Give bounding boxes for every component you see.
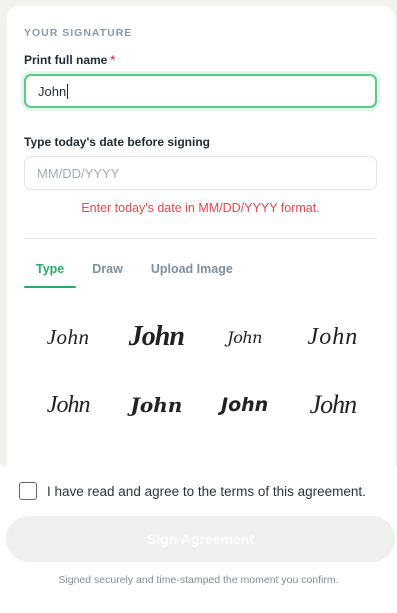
signature-option-2[interactable]: John: [112, 318, 200, 356]
signature-style-grid: John John John John John John John John: [24, 318, 377, 424]
text-caret: [67, 83, 69, 99]
date-error-message: Enter today's date in MM/DD/YYYY format.: [81, 201, 320, 215]
tab-draw[interactable]: Draw: [80, 258, 135, 288]
name-label-text: Print full name: [24, 53, 108, 67]
tab-upload-image[interactable]: Upload Image: [139, 258, 245, 288]
sign-agreement-button[interactable]: Sign Agreement: [6, 516, 395, 562]
signature-option-3[interactable]: John: [201, 318, 289, 356]
date-placeholder: MM/DD/YYYY: [37, 165, 120, 181]
required-mark: *: [110, 53, 116, 67]
date-label: Type today's date before signing: [24, 135, 210, 149]
agreement-text: I have read and agree to the terms of th…: [47, 483, 366, 499]
tab-type[interactable]: Type: [24, 258, 77, 288]
date-input[interactable]: MM/DD/YYYY: [24, 156, 377, 190]
signature-option-6[interactable]: John: [112, 386, 200, 424]
signature-option-5[interactable]: John: [24, 386, 112, 424]
signature-option-8[interactable]: John: [289, 386, 377, 424]
signature-option-1[interactable]: John: [24, 318, 112, 356]
full-name-input[interactable]: John: [24, 74, 377, 108]
footer-note: Signed securely and time-stamped the mom…: [58, 574, 339, 586]
name-label: Print full name *: [24, 53, 115, 67]
footer-panel: I have read and agree to the terms of th…: [0, 466, 397, 613]
full-name-value: John: [38, 83, 67, 99]
agreement-row: I have read and agree to the terms of th…: [19, 482, 366, 500]
section-title: YOUR SIGNATURE: [24, 27, 133, 39]
signature-tabs: Type Draw Upload Image: [24, 258, 249, 288]
agreement-checkbox[interactable]: [19, 482, 37, 500]
divider: [24, 238, 377, 239]
signature-option-7[interactable]: John: [201, 386, 289, 424]
signature-option-4[interactable]: John: [289, 318, 377, 356]
